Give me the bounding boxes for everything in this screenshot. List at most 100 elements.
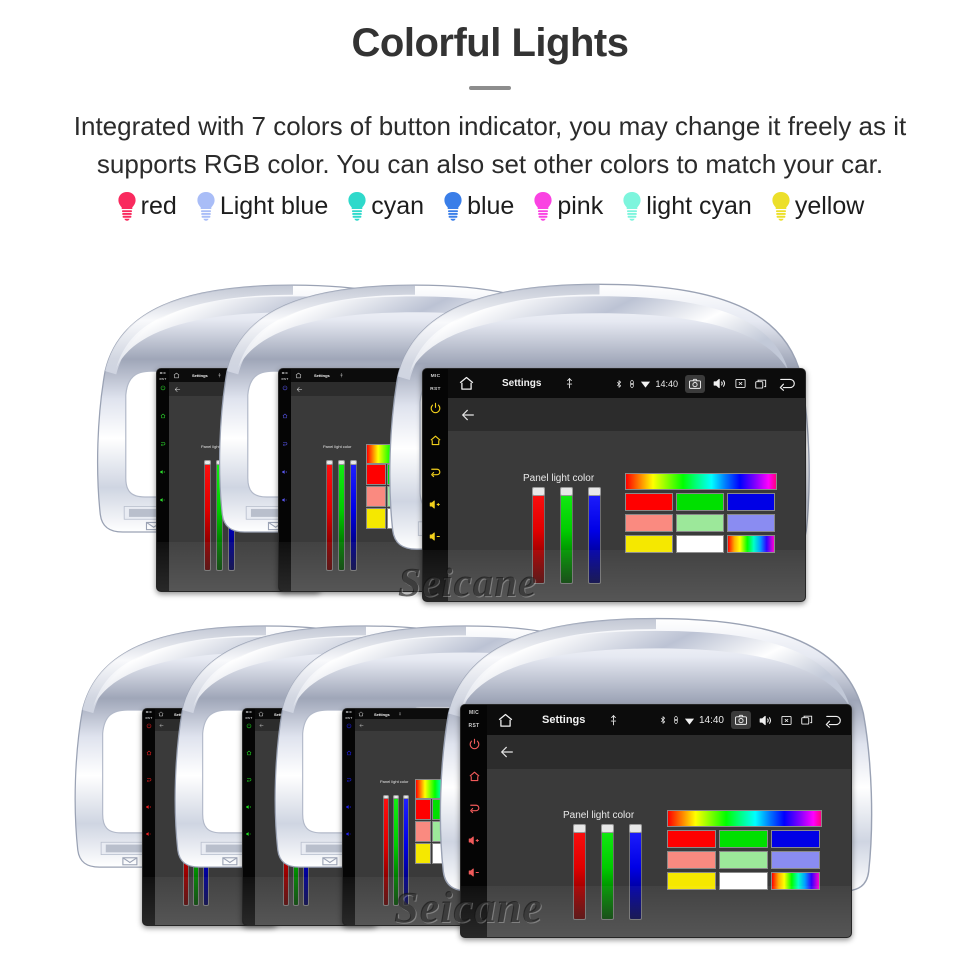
swatch-red[interactable] (667, 830, 716, 848)
swatch-green[interactable] (676, 493, 724, 511)
slider-thumb[interactable] (532, 487, 545, 496)
home-button[interactable] (282, 413, 288, 419)
volume-down-button[interactable] (146, 831, 152, 837)
rainbow-gradient-swatch[interactable] (625, 473, 777, 490)
volume-icon[interactable] (712, 376, 727, 391)
page-header: Colorful Lights Integrated with 7 colors… (0, 22, 980, 183)
home-button[interactable] (160, 413, 166, 419)
swatch-white[interactable] (676, 535, 724, 553)
swatch-blue[interactable] (771, 830, 820, 848)
volume-icon[interactable] (758, 713, 773, 728)
mic-label: MIC (345, 710, 353, 714)
volume-up-button[interactable] (429, 498, 442, 511)
blue-slider[interactable] (588, 487, 601, 584)
power-button[interactable] (429, 402, 442, 415)
home-button[interactable] (468, 770, 481, 783)
rainbow-gradient-swatch[interactable] (667, 810, 822, 827)
back-arrow-icon[interactable] (778, 376, 797, 391)
swatch-lightgreen[interactable] (719, 851, 768, 869)
home-button[interactable] (346, 750, 352, 756)
swatch-yellow[interactable] (625, 535, 673, 553)
back-arrow-icon[interactable] (824, 713, 843, 728)
volume-up-button[interactable] (146, 804, 152, 810)
swatch-white[interactable] (719, 872, 768, 890)
blue-slider[interactable] (629, 824, 642, 920)
slider-thumb[interactable] (629, 824, 642, 833)
back-button[interactable] (468, 802, 481, 815)
bulb-icon (770, 191, 792, 222)
power-button[interactable] (160, 385, 166, 391)
swatch-periwinkle[interactable] (727, 514, 775, 532)
home-icon[interactable] (458, 375, 475, 392)
volume-up-button[interactable] (346, 804, 352, 810)
volume-down-button[interactable] (346, 831, 352, 837)
volume-down-button[interactable] (429, 530, 442, 543)
close-box-icon[interactable] (780, 714, 793, 727)
legend-label: pink (557, 191, 604, 220)
recent-apps-icon[interactable] (800, 713, 814, 727)
power-button[interactable] (282, 385, 288, 391)
volume-up-button[interactable] (246, 804, 252, 810)
swatch-yellow[interactable] (667, 872, 716, 890)
camera-icon[interactable] (685, 374, 705, 393)
mic-icon[interactable] (563, 377, 576, 390)
green-slider[interactable] (601, 824, 614, 920)
back-arrow-icon[interactable] (499, 744, 515, 760)
swatch-rainbow[interactable] (771, 872, 820, 890)
power-button[interactable] (146, 723, 152, 729)
home-button[interactable] (429, 434, 442, 447)
back-button[interactable] (146, 777, 152, 783)
volume-down-button[interactable] (246, 831, 252, 837)
swatch-rainbow[interactable] (727, 535, 775, 553)
red-slider[interactable] (532, 487, 545, 584)
back-button[interactable] (160, 441, 166, 447)
swatch-blue[interactable] (727, 493, 775, 511)
slider-thumb[interactable] (560, 487, 573, 496)
camera-icon[interactable] (731, 711, 751, 729)
wifi-icon (640, 378, 651, 389)
home-icon[interactable] (173, 372, 180, 379)
back-button[interactable] (429, 466, 442, 479)
home-button[interactable] (146, 750, 152, 756)
home-button[interactable] (246, 750, 252, 756)
swatch-green[interactable] (719, 830, 768, 848)
slider-thumb[interactable] (588, 487, 601, 496)
location-icon (627, 379, 637, 389)
swatch-lightgreen[interactable] (676, 514, 724, 532)
power-button[interactable] (468, 738, 481, 751)
red-slider[interactable] (573, 824, 586, 920)
back-arrow-icon[interactable] (174, 386, 181, 393)
volume-down-button[interactable] (282, 497, 288, 503)
legend-item-red: red (107, 191, 186, 222)
home-icon[interactable] (497, 712, 514, 729)
volume-up-button[interactable] (282, 469, 288, 475)
bluetooth-icon (658, 715, 668, 725)
back-arrow-icon[interactable] (460, 407, 476, 423)
back-button[interactable] (282, 441, 288, 447)
radio-unit-bottom-4-screen[interactable]: MIC RST Settings 14:40 Panel light color (460, 704, 852, 938)
close-box-icon[interactable] (734, 377, 747, 390)
green-slider[interactable] (560, 487, 573, 584)
radio-unit-top-3-screen[interactable]: MIC RST Settings 14:40 Panel light color (422, 368, 806, 602)
mic-label: MIC (159, 371, 167, 375)
swatch-salmon[interactable] (667, 851, 716, 869)
back-arrow-icon[interactable] (296, 386, 303, 393)
volume-down-button[interactable] (160, 497, 166, 503)
back-button[interactable] (346, 777, 352, 783)
volume-up-button[interactable] (468, 834, 481, 847)
power-button[interactable] (246, 723, 252, 729)
swatch-red[interactable] (625, 493, 673, 511)
swatch-periwinkle[interactable] (771, 851, 820, 869)
swatch-salmon[interactable] (625, 514, 673, 532)
back-button[interactable] (246, 777, 252, 783)
slider-thumb[interactable] (601, 824, 614, 833)
slider-thumb[interactable] (573, 824, 586, 833)
volume-down-button[interactable] (468, 866, 481, 879)
clock: 14:40 (698, 714, 724, 726)
recent-apps-icon[interactable] (754, 377, 768, 391)
volume-up-button[interactable] (160, 469, 166, 475)
color-swatch-grid (667, 830, 820, 890)
power-button[interactable] (346, 723, 352, 729)
mic-icon[interactable] (607, 714, 620, 727)
home-icon[interactable] (295, 372, 302, 379)
